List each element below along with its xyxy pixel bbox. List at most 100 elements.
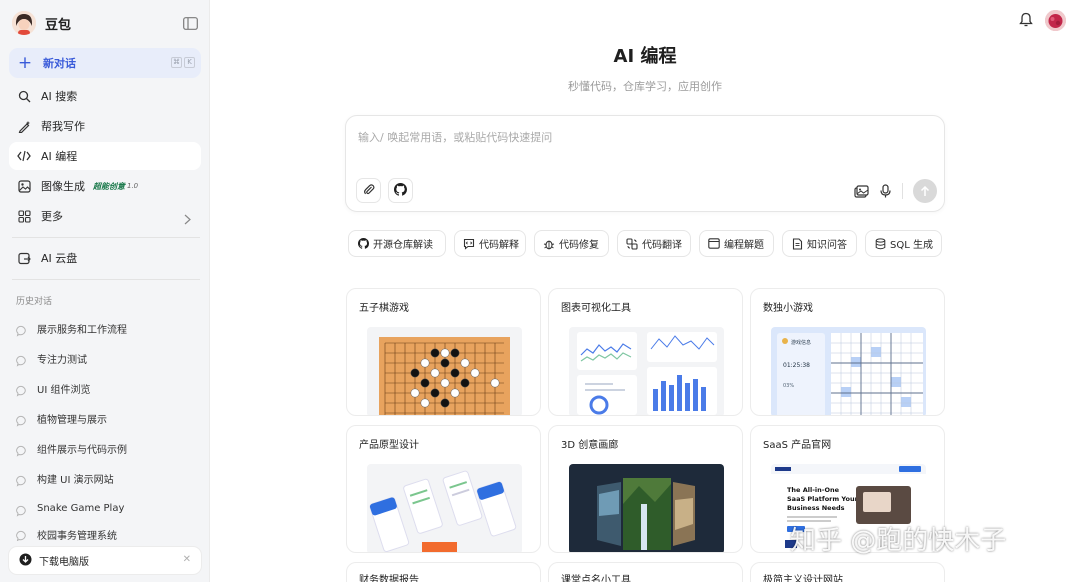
nav-badge: 超能创意 bbox=[93, 181, 125, 191]
card-title: 五子棋游戏 bbox=[359, 303, 409, 314]
nav-writing[interactable]: 帮我写作 bbox=[9, 112, 201, 140]
nav-cloud-drive[interactable]: AI 云盘 bbox=[9, 244, 201, 272]
chip-code-explain[interactable]: 代码解释 bbox=[454, 230, 526, 257]
page-title: AI 编程 bbox=[613, 46, 677, 67]
microphone-icon[interactable] bbox=[877, 183, 893, 199]
app-name: 豆包 bbox=[45, 17, 72, 33]
chip-label: SQL 生成 bbox=[890, 240, 933, 251]
shortcut-hint: ⌘ K bbox=[171, 57, 195, 68]
chip-code-translate[interactable]: 代码翻译 bbox=[617, 230, 691, 257]
new-chat-button[interactable]: + 新对话 ⌘ K bbox=[9, 48, 201, 78]
search-icon bbox=[17, 89, 31, 103]
nav-label: 帮我写作 bbox=[41, 120, 85, 133]
card-title: 数独小游戏 bbox=[763, 303, 813, 314]
github-icon bbox=[357, 238, 369, 250]
new-chat-label: 新对话 bbox=[43, 57, 76, 70]
chip-programming-problem[interactable]: 编程解题 bbox=[699, 230, 774, 257]
history-item[interactable]: UI 组件浏览 bbox=[16, 378, 200, 398]
prototype-preview bbox=[367, 464, 522, 552]
template-card[interactable]: 数独小游戏 游戏信息 01:25:38 03% bbox=[750, 288, 945, 416]
arrow-up-icon bbox=[920, 182, 930, 201]
nav-image-gen[interactable]: 图像生成 超能创意 1.0 bbox=[9, 172, 201, 200]
sudoku-timer: 01:25:38 bbox=[783, 362, 810, 369]
template-card[interactable]: 课堂点名小工具 bbox=[548, 562, 743, 582]
card-title: 3D 创意画廊 bbox=[561, 440, 619, 451]
template-card[interactable]: 产品原型设计 bbox=[346, 425, 541, 553]
saas-headline-2: SaaS Platform Your bbox=[787, 495, 859, 503]
history-item[interactable]: 校园事务管理系统 bbox=[16, 527, 200, 541]
bell-icon[interactable] bbox=[1019, 12, 1033, 31]
template-card[interactable]: 图表可视化工具 bbox=[548, 288, 743, 416]
chip-label: 编程解题 bbox=[724, 240, 764, 251]
sidebar: 豆包 + 新对话 ⌘ K AI 搜索 帮我写作 AI 编程 图像生成 超能创意 1… bbox=[0, 0, 210, 582]
download-label: 下载电脑版 bbox=[39, 557, 89, 568]
sidebar-toggle-icon[interactable] bbox=[183, 15, 198, 34]
chip-knowledge-qa[interactable]: 知识问答 bbox=[782, 230, 857, 257]
comment-code-icon bbox=[463, 238, 475, 250]
chat-bubble-icon bbox=[16, 502, 28, 517]
sidebar-divider bbox=[12, 237, 200, 238]
download-desktop-button[interactable]: 下载电脑版 ✕ bbox=[9, 547, 201, 574]
template-card[interactable]: 极简主义设计网站 bbox=[750, 562, 945, 582]
chip-repo-explain[interactable]: 开源仓库解读 bbox=[348, 230, 446, 257]
template-card[interactable]: 财务数据报告 bbox=[346, 562, 541, 582]
history-title: 历史对话 bbox=[16, 297, 53, 307]
template-card[interactable]: 3D 创意画廊 bbox=[548, 425, 743, 553]
chip-code-fix[interactable]: 代码修复 bbox=[534, 230, 609, 257]
terminal-window-icon bbox=[708, 238, 720, 250]
close-icon[interactable]: ✕ bbox=[183, 554, 191, 565]
watermark: 知乎 @跑的快木子 bbox=[790, 526, 1007, 556]
chip-label: 代码解释 bbox=[479, 240, 519, 251]
history-label: 展示服务和工作流程 bbox=[37, 324, 127, 336]
grid-icon bbox=[17, 209, 31, 223]
page-subtitle: 秒懂代码，仓库学习，应用创作 bbox=[568, 80, 722, 93]
gallery-3d-preview bbox=[569, 464, 724, 552]
history-item[interactable]: 展示服务和工作流程 bbox=[16, 318, 200, 338]
sidebar-divider bbox=[12, 279, 200, 280]
nav-label: 更多 bbox=[41, 210, 63, 223]
history-item[interactable]: 专注力测试 bbox=[16, 348, 200, 368]
chat-bubble-icon bbox=[16, 527, 28, 541]
chip-label: 代码翻译 bbox=[642, 240, 682, 251]
chat-bubble-icon bbox=[16, 412, 28, 427]
chevron-right-icon bbox=[184, 210, 191, 229]
attach-button[interactable] bbox=[356, 178, 381, 203]
chat-bubble-icon bbox=[16, 442, 28, 457]
pen-icon bbox=[17, 119, 31, 133]
chat-bubble-icon bbox=[16, 382, 28, 397]
nav-ai-coding[interactable]: AI 编程 bbox=[9, 142, 201, 170]
nav-ai-search[interactable]: AI 搜索 bbox=[9, 82, 201, 110]
history-item[interactable]: 构建 UI 演示网站 bbox=[16, 468, 200, 488]
card-title: 极简主义设计网站 bbox=[763, 575, 843, 582]
template-card[interactable]: 五子棋游戏 bbox=[346, 288, 541, 416]
database-icon bbox=[874, 237, 886, 250]
prompt-input-box[interactable]: 输入/ 唤起常用语，或粘贴代码快速提问 bbox=[345, 115, 945, 212]
history-label: 校园事务管理系统 bbox=[37, 531, 117, 541]
history-item[interactable]: Snake Game Play bbox=[16, 498, 200, 518]
sudoku-preview: 游戏信息 01:25:38 03% bbox=[771, 327, 926, 415]
github-button[interactable] bbox=[388, 178, 413, 203]
download-icon bbox=[19, 551, 32, 570]
history-label: 组件展示与代码示例 bbox=[37, 444, 127, 456]
user-avatar[interactable] bbox=[1045, 10, 1066, 31]
history-label: UI 组件浏览 bbox=[37, 384, 91, 396]
send-button[interactable] bbox=[913, 179, 937, 203]
prompt-input-placeholder[interactable]: 输入/ 唤起常用语，或粘贴代码快速提问 bbox=[358, 129, 552, 145]
github-icon bbox=[394, 181, 407, 200]
nav-more[interactable]: 更多 bbox=[9, 202, 201, 230]
cloud-drive-icon bbox=[17, 251, 31, 265]
history-item[interactable]: 组件展示与代码示例 bbox=[16, 438, 200, 458]
input-divider bbox=[902, 183, 903, 199]
chat-bubble-icon bbox=[16, 352, 28, 367]
nav-label: AI 编程 bbox=[41, 150, 78, 163]
saas-headline-1: The All-in-One bbox=[787, 486, 840, 494]
gomoku-preview bbox=[367, 327, 522, 415]
screenshot-icon[interactable] bbox=[853, 183, 869, 199]
app-avatar[interactable] bbox=[12, 11, 36, 35]
history-item[interactable]: 植物管理与展示 bbox=[16, 408, 200, 428]
chip-sql-generate[interactable]: SQL 生成 bbox=[865, 230, 942, 257]
chat-bubble-icon bbox=[16, 472, 28, 487]
chart-dashboard-preview bbox=[569, 327, 724, 415]
chip-label: 代码修复 bbox=[559, 240, 599, 251]
image-icon bbox=[17, 179, 31, 193]
